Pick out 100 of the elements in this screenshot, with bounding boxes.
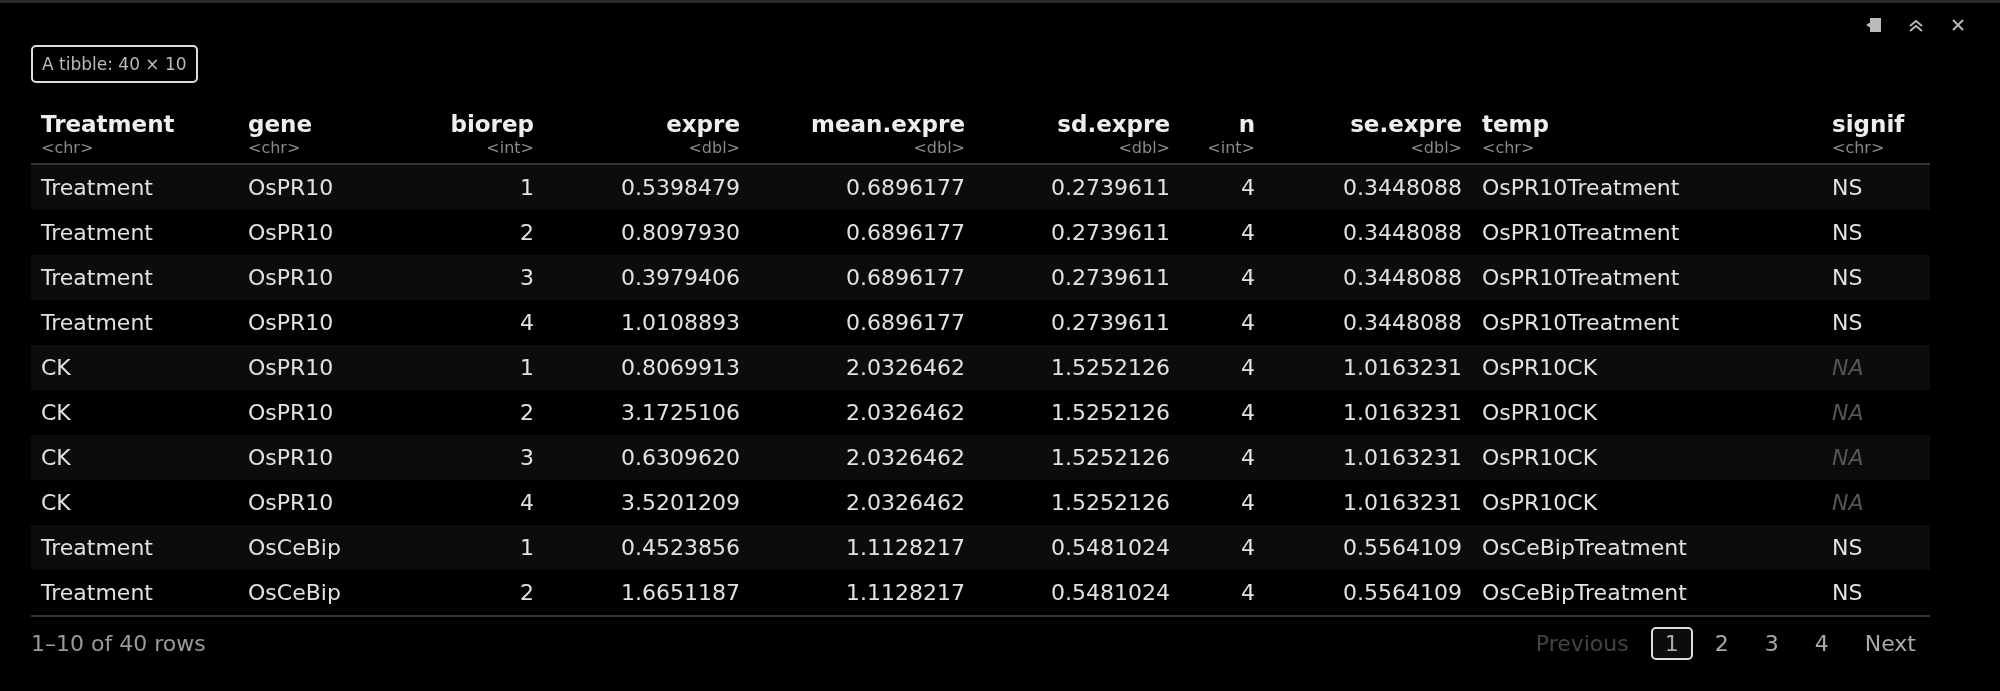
table-cell-text: NA — [1831, 399, 1865, 427]
table-cell: 0.6896177 — [750, 255, 975, 300]
column-header: temp — [1482, 111, 1551, 137]
table-cell: 3 — [448, 435, 544, 480]
table-cell-text: OsPR10Treatment — [1481, 309, 1681, 337]
table-cell-text: NS — [1831, 219, 1864, 247]
table-cell-text: Treatment — [40, 309, 154, 337]
column-type: <dbl> — [913, 138, 965, 157]
table-cell: NS — [1822, 165, 1930, 210]
table-cell: OsCeBipTreatment — [1472, 525, 1822, 570]
column-header: se.expre — [1350, 111, 1462, 137]
popout-icon[interactable] — [1864, 15, 1884, 35]
table-cell: OsPR10CK — [1472, 435, 1822, 480]
table-cell: 0.6896177 — [750, 165, 975, 210]
table-cell-text: 2 — [519, 399, 535, 427]
table-cell: NA — [1822, 345, 1930, 390]
table-cell: 0.8069913 — [544, 345, 750, 390]
table-cell: 0.5564109 — [1265, 525, 1472, 570]
table-cell: 1.0163231 — [1265, 435, 1472, 480]
table-cell: 4 — [1180, 570, 1265, 617]
table-cell: 4 — [1180, 255, 1265, 300]
table-cell-text: 3.5201209 — [620, 489, 741, 517]
table-cell: 1.1128217 — [750, 570, 975, 617]
column-type: <chr> — [1832, 138, 1886, 157]
table-cell: 1.6651187 — [544, 570, 750, 617]
table-cell-text: 2.0326462 — [845, 489, 966, 517]
page-button[interactable]: Next — [1850, 627, 1930, 660]
table-cell: OsCeBipTreatment — [1472, 570, 1822, 617]
table-cell: OsPR10Treatment — [1472, 255, 1822, 300]
table-cell-text: 4 — [1240, 489, 1256, 517]
table-cell: 0.6309620 — [544, 435, 750, 480]
table-cell: 1.1128217 — [750, 525, 975, 570]
table-cell-text: OsPR10CK — [1481, 399, 1599, 427]
column-header: gene — [248, 111, 314, 137]
table-cell: OsPR10 — [238, 255, 448, 300]
table-cell: 1 — [448, 165, 544, 210]
table-cell-text: 4 — [1240, 399, 1256, 427]
page-button[interactable]: 2 — [1700, 627, 1743, 660]
table-cell: Treatment — [31, 570, 238, 617]
page-button[interactable]: 1 — [1650, 627, 1693, 660]
table-cell: Treatment — [31, 165, 238, 210]
table-cell-text: 1.0163231 — [1342, 489, 1463, 517]
page-button[interactable]: 3 — [1750, 627, 1793, 660]
page-button[interactable]: 4 — [1800, 627, 1843, 660]
table-cell-text: 4 — [1240, 219, 1256, 247]
table-cell-text: 2.0326462 — [845, 399, 966, 427]
table-cell-text: 3.1725106 — [620, 399, 741, 427]
table-cell: 0.3979406 — [544, 255, 750, 300]
column-header: signif — [1832, 111, 1906, 137]
table-cell: OsPR10CK — [1472, 345, 1822, 390]
table-cell-text: NS — [1831, 309, 1864, 337]
table-cell: 0.3448088 — [1265, 165, 1472, 210]
table-cell-text: OsPR10Treatment — [1481, 219, 1681, 247]
table-cell-text: 0.6896177 — [845, 219, 966, 247]
table-cell: OsPR10 — [238, 165, 448, 210]
column-header: biorep — [450, 111, 534, 137]
table-cell: 1.5252126 — [975, 435, 1180, 480]
table-cell: 1 — [448, 345, 544, 390]
table-cell: 0.5564109 — [1265, 570, 1472, 617]
table-cell-text: OsPR10 — [247, 399, 335, 427]
table-cell-text: NA — [1831, 489, 1865, 517]
table-cell: 0.2739611 — [975, 255, 1180, 300]
table-cell: 4 — [1180, 525, 1265, 570]
table-cell: NS — [1822, 525, 1930, 570]
column-header: expre — [666, 111, 740, 137]
table-cell-text: 1.5252126 — [1050, 399, 1171, 427]
table-cell-text: 0.2739611 — [1050, 219, 1171, 247]
column-type: <chr> — [41, 138, 95, 157]
column-header: sd.expre — [1057, 111, 1170, 137]
row-count-text: 1–10 of 40 rows — [31, 631, 206, 656]
column-type: <dbl> — [1118, 138, 1170, 157]
table-cell-text: 1.0108893 — [620, 309, 741, 337]
table-cell: OsPR10 — [238, 435, 448, 480]
table-cell-text: 4 — [519, 309, 535, 337]
table-cell: OsCeBip — [238, 525, 448, 570]
table-cell-text: OsPR10 — [247, 219, 335, 247]
table-cell: 1.5252126 — [975, 345, 1180, 390]
table-cell: Treatment — [31, 525, 238, 570]
column-type: <chr> — [248, 138, 302, 157]
table-cell-text: 4 — [519, 489, 535, 517]
column-type: <dbl> — [1410, 138, 1462, 157]
table-cell: NS — [1822, 255, 1930, 300]
table-cell-text: Treatment — [40, 219, 154, 247]
table-cell: Treatment — [31, 255, 238, 300]
table-cell: 0.5398479 — [544, 165, 750, 210]
column-type: <dbl> — [688, 138, 740, 157]
table-cell: 0.5481024 — [975, 525, 1180, 570]
table-cell-text: OsPR10 — [247, 489, 335, 517]
table-cell-text: 0.8097930 — [620, 219, 741, 247]
column-type: <int> — [486, 138, 534, 157]
column-type: <int> — [1207, 138, 1255, 157]
table-cell: 0.2739611 — [975, 165, 1180, 210]
column-header: n — [1238, 111, 1255, 137]
column-type: <chr> — [1482, 138, 1536, 157]
table-cell-text: CK — [40, 489, 72, 517]
table-cell: OsPR10Treatment — [1472, 165, 1822, 210]
column-header: mean.expre — [810, 111, 965, 137]
table-cell: OsPR10 — [238, 345, 448, 390]
table-cell: NS — [1822, 570, 1930, 617]
table-cell: OsCeBip — [238, 570, 448, 617]
